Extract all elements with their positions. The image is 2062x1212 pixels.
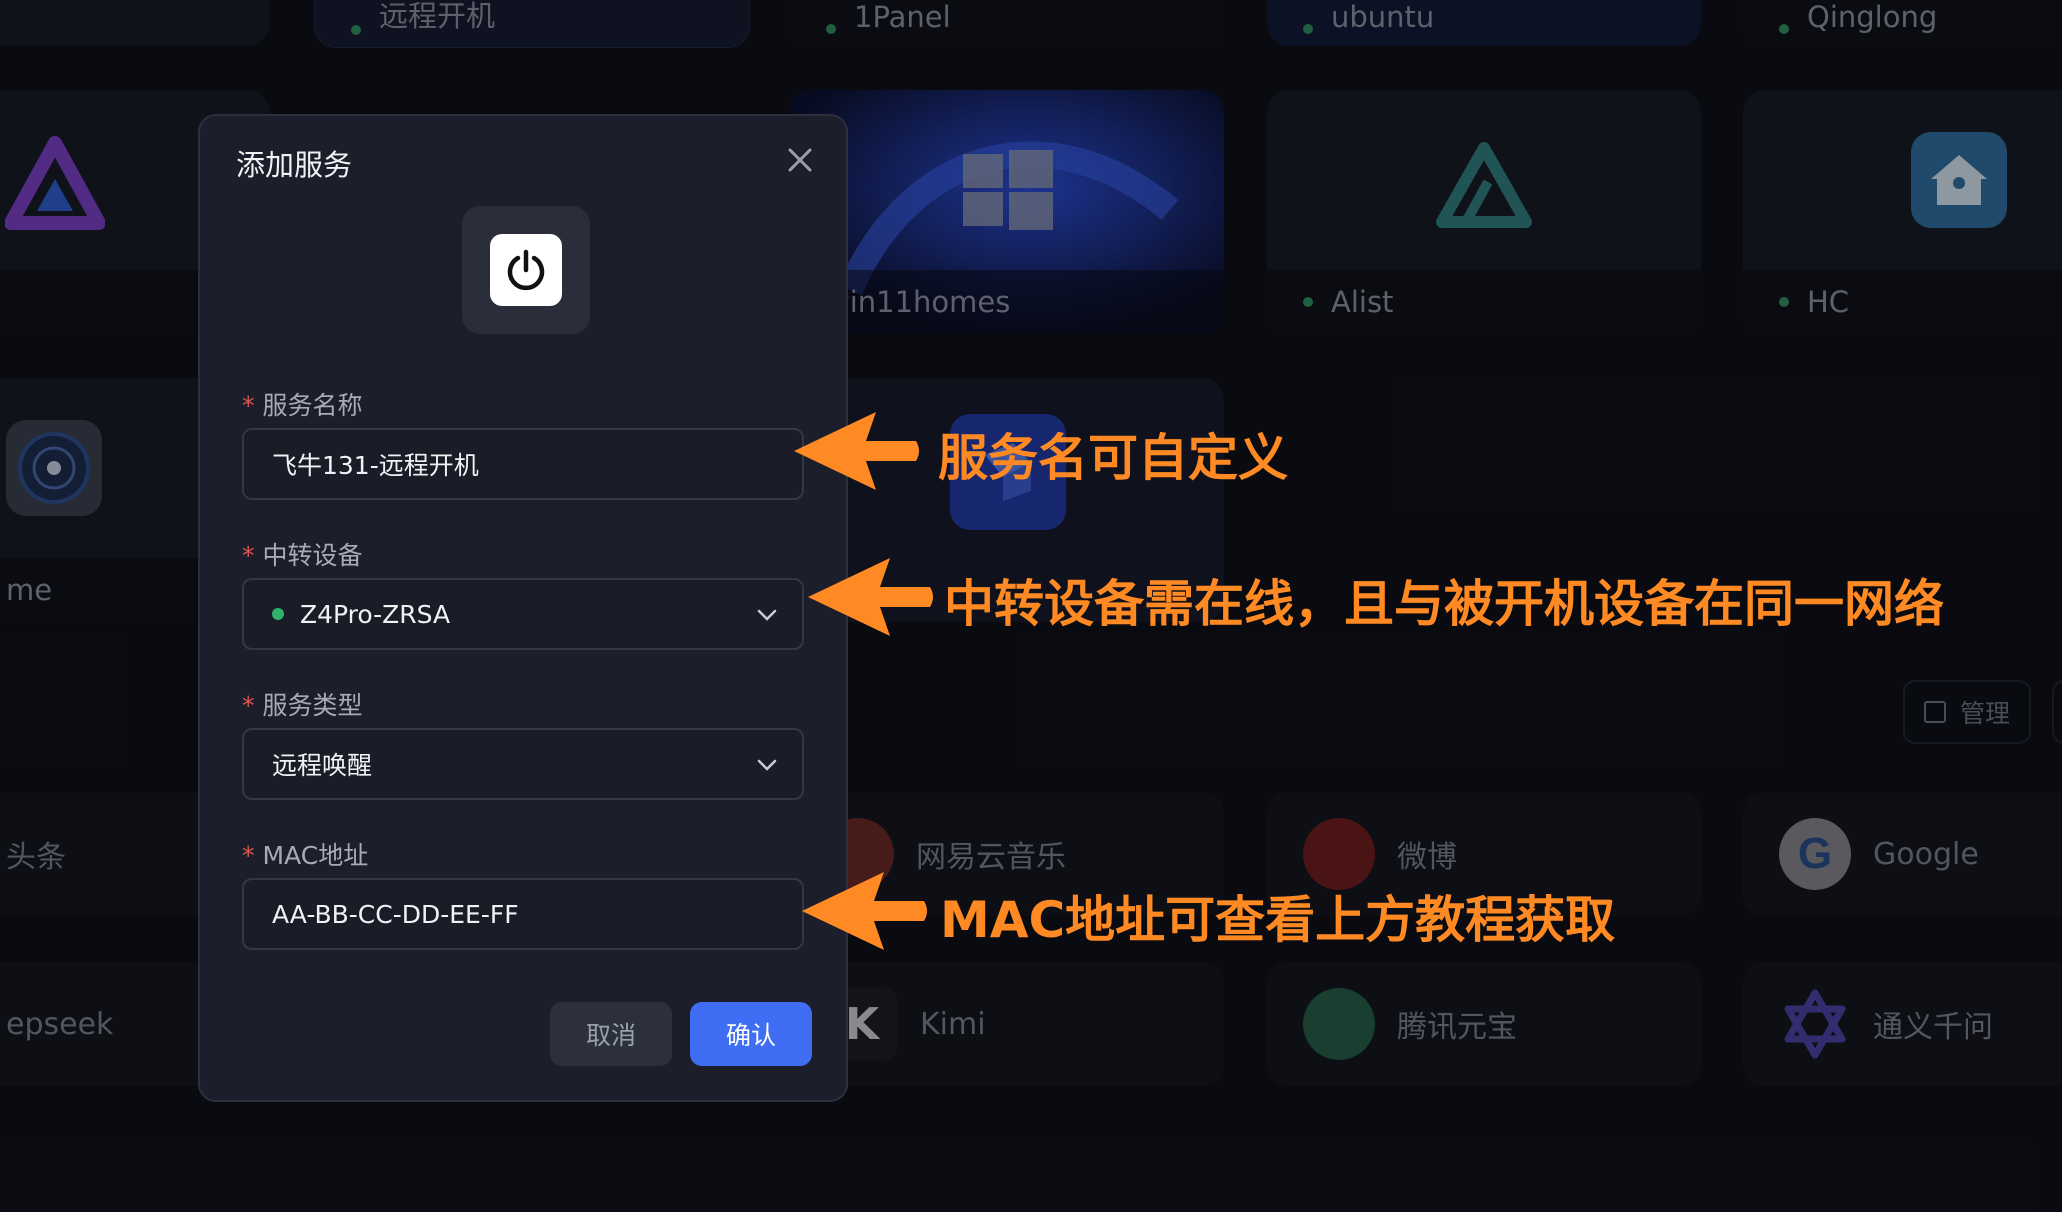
input-value: 飞牛131-远程开机 <box>272 451 479 480</box>
label-text: 中转设备 <box>262 541 363 570</box>
mac-address-label: * MAC地址 <box>242 836 368 872</box>
annotation-name-hint: 服务名可自定义 <box>938 429 1288 487</box>
chevron-down-icon <box>754 602 780 634</box>
label-text: MAC地址 <box>262 841 369 870</box>
annotation-relay-hint: 中转设备需在线，且与被开机设备在同一网络 <box>944 575 1944 633</box>
service-name-input[interactable]: 飞牛131-远程开机 <box>242 428 804 500</box>
arrow-relay-hint <box>808 558 933 636</box>
power-icon <box>490 234 562 306</box>
mac-address-input[interactable]: AA-BB-CC-DD-EE-FF <box>242 878 804 950</box>
service-icon-picker[interactable] <box>462 206 590 334</box>
label-text: 服务类型 <box>262 691 363 720</box>
label-text: 服务名称 <box>262 391 363 420</box>
required-mark: * <box>242 541 255 570</box>
dialog-title: 添加服务 <box>236 148 353 182</box>
arrow-name-hint <box>794 412 919 490</box>
select-value: Z4Pro-ZRSA <box>300 599 451 629</box>
relay-device-label: * 中转设备 <box>242 536 363 572</box>
service-type-select[interactable]: 远程唤醒 <box>242 728 804 800</box>
chevron-down-icon <box>754 752 780 784</box>
confirm-button[interactable]: 确认 <box>690 1002 812 1066</box>
annotation-mac-hint: MAC地址可查看上方教程获取 <box>940 891 1616 949</box>
relay-device-select[interactable]: Z4Pro-ZRSA <box>242 578 804 650</box>
add-service-dialog: 添加服务 * 服务名称 飞牛131-远程开机 * 中转设备 Z4Pro-ZRSA *… <box>198 114 848 1102</box>
required-mark: * <box>242 841 255 870</box>
close-icon[interactable] <box>784 144 816 176</box>
required-mark: * <box>242 391 255 420</box>
required-mark: * <box>242 691 255 720</box>
input-value: AA-BB-CC-DD-EE-FF <box>272 899 519 929</box>
service-name-label: * 服务名称 <box>242 386 363 422</box>
arrow-mac-hint <box>802 872 927 950</box>
service-type-label: * 服务类型 <box>242 686 363 722</box>
select-value: 远程唤醒 <box>272 751 373 780</box>
online-status-dot <box>272 608 284 620</box>
cancel-button[interactable]: 取消 <box>550 1002 672 1066</box>
